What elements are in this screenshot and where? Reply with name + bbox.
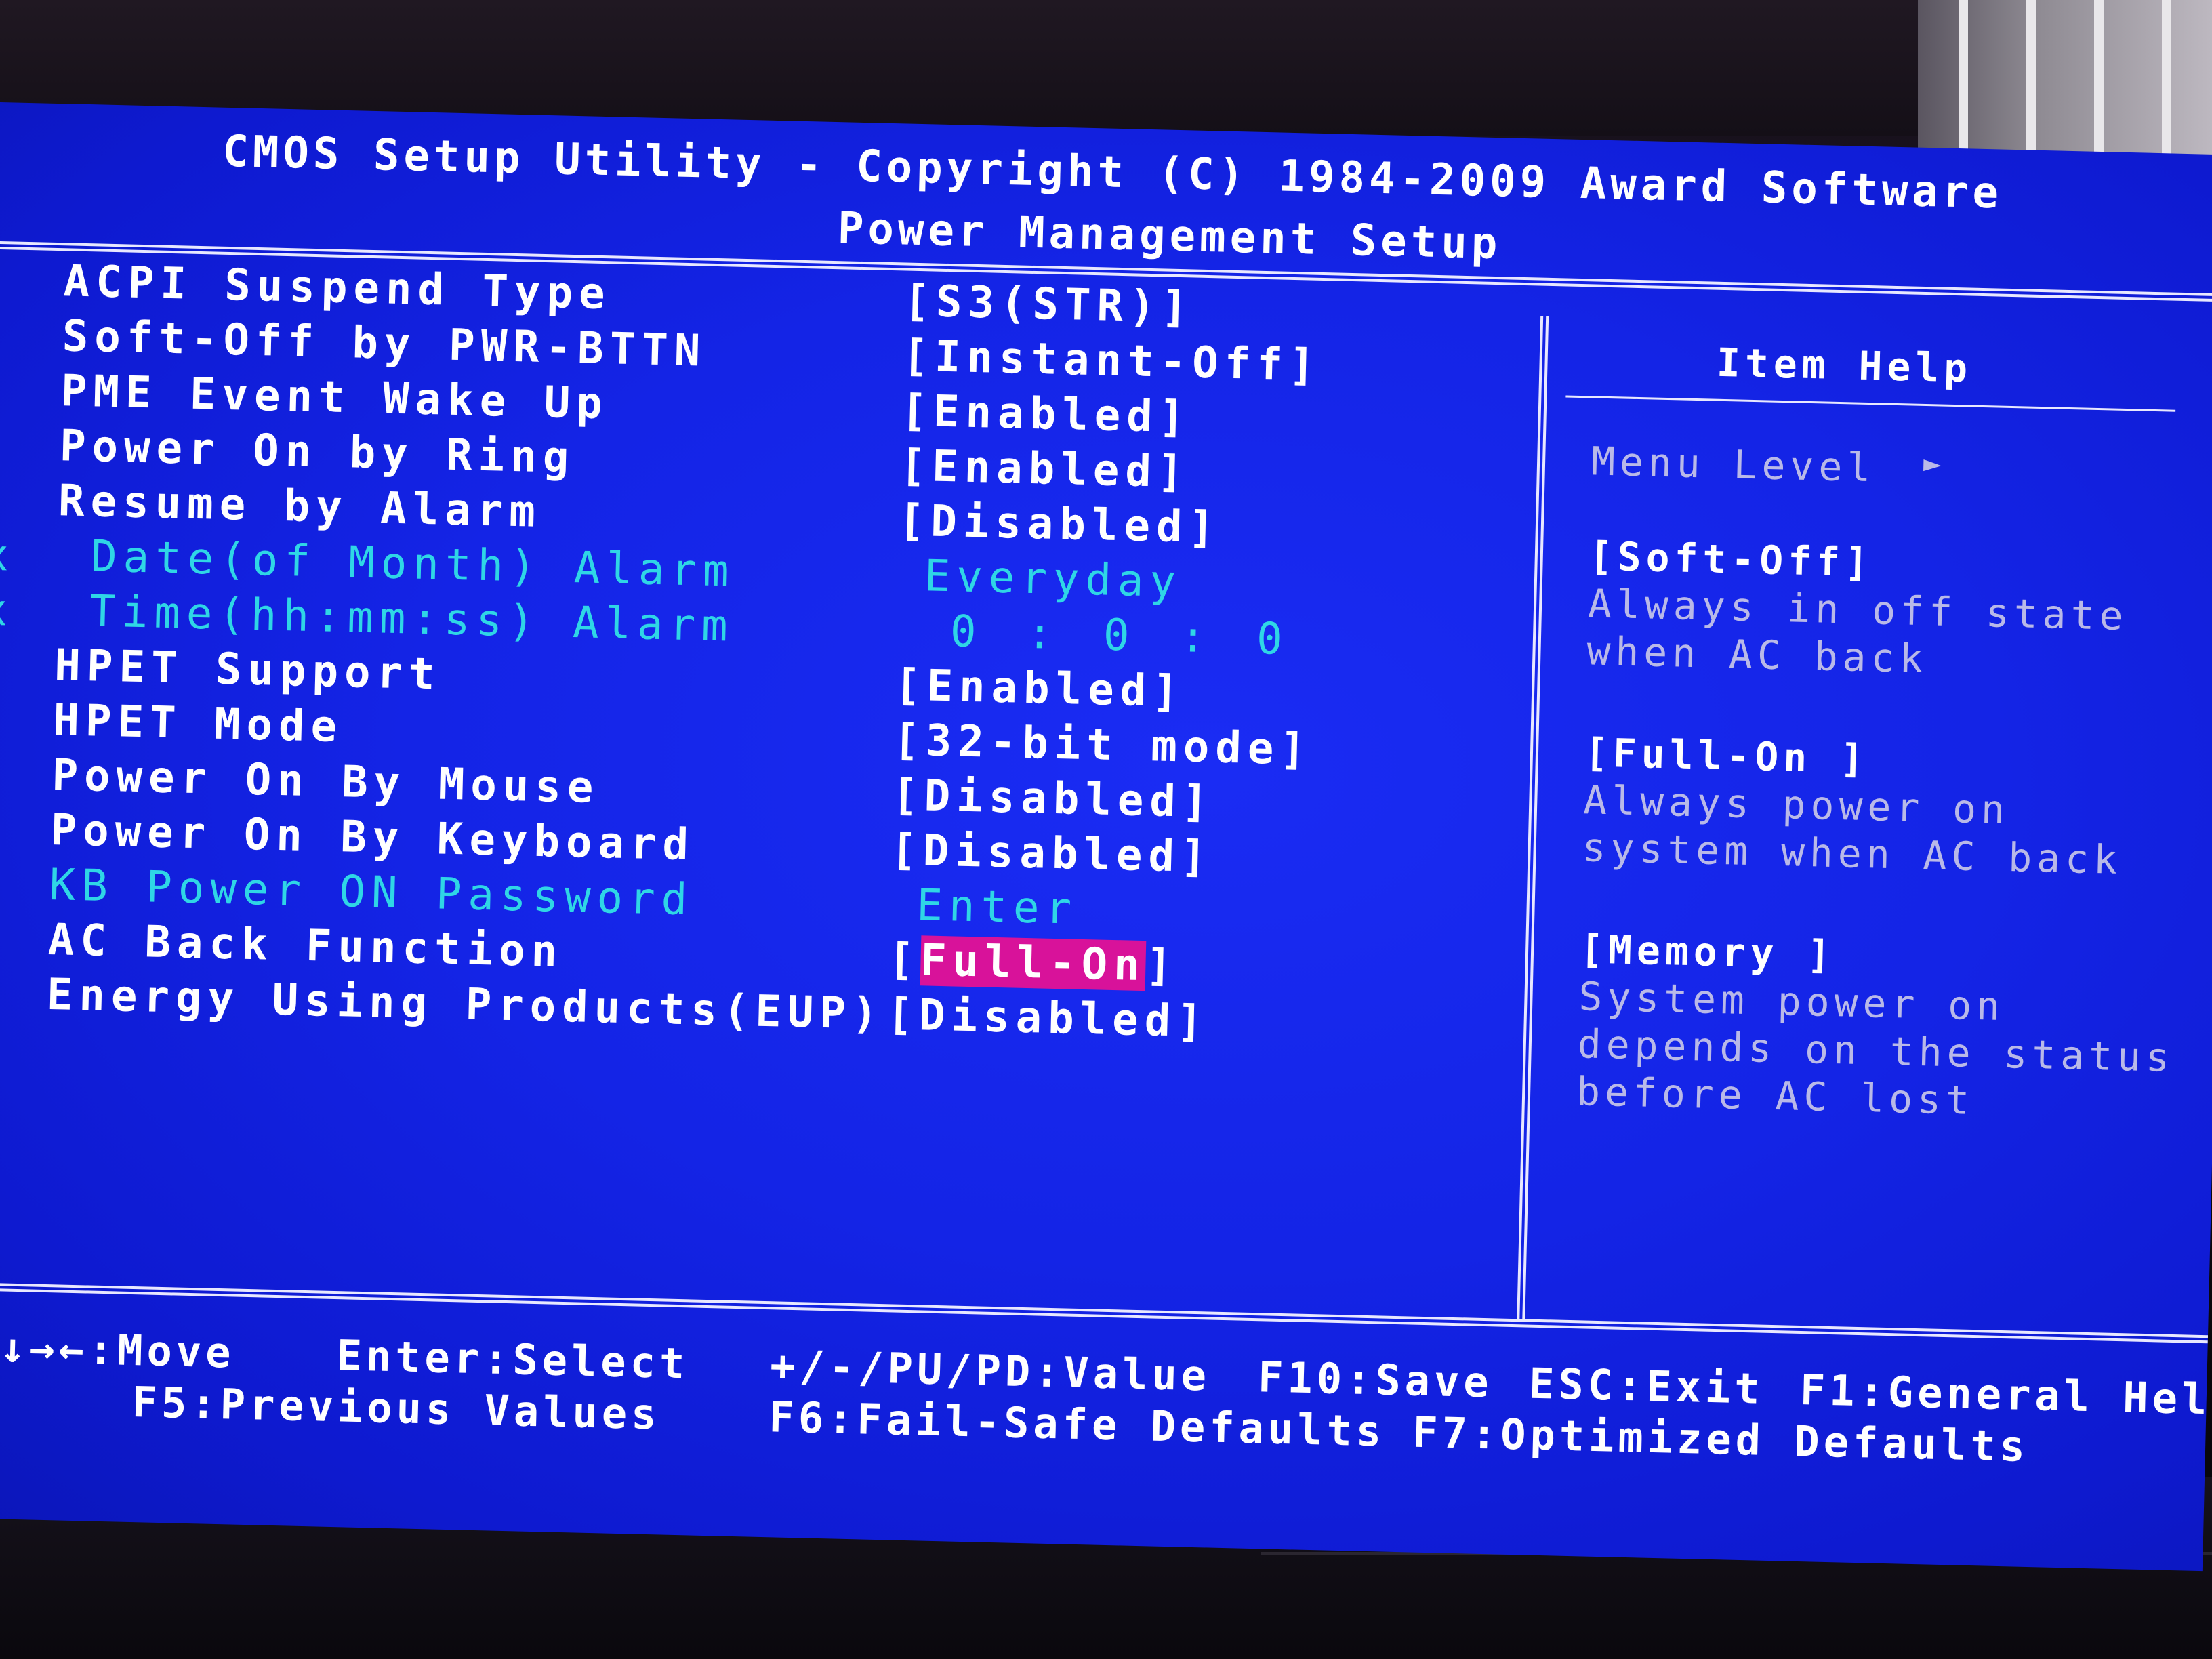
locked-icon: x xyxy=(0,530,16,581)
item-value[interactable]: [Enabled] xyxy=(894,660,1185,717)
bracket-close: ] xyxy=(1145,941,1179,992)
key-general-help: F1:General Help xyxy=(1799,1365,2212,1425)
help-option-desc: Always power on xyxy=(1582,777,2010,834)
key-value: +/-/PU/PD:Value xyxy=(769,1340,1211,1401)
item-value[interactable]: [Instant-Off] xyxy=(902,331,1322,391)
key-save: F10:Save xyxy=(1257,1352,1494,1408)
help-option-name: [Memory ] xyxy=(1579,926,1837,979)
bios-screen: CMOS Setup Utility - Copyright (C) 1984-… xyxy=(0,102,2212,1572)
item-mark xyxy=(0,366,28,367)
help-option-name: [Full-On ] xyxy=(1584,729,1869,783)
window-blind-slat xyxy=(1959,0,1968,156)
item-help-panel: Item Help Menu Level ► [Soft-Off] Always… xyxy=(1565,336,2176,1124)
photo-frame: CMOS Setup Utility - Copyright (C) 1984-… xyxy=(0,0,2212,1659)
menu-level-label: Menu Level xyxy=(1591,438,1877,491)
item-label: HPET Mode xyxy=(52,695,344,753)
settings-menu: ACPI Suspend Type [S3(STR)] Soft-Off by … xyxy=(0,256,1555,1060)
item-value[interactable]: [32-bit mode] xyxy=(893,715,1312,775)
item-label: ACPI Suspend Type xyxy=(62,256,612,320)
item-value[interactable]: [Disabled] xyxy=(898,495,1221,553)
item-mark xyxy=(0,421,26,422)
key-move: ↑↓→←:Move xyxy=(0,1322,236,1378)
item-value-selected[interactable]: [Full-On] xyxy=(888,935,1179,991)
selection-highlight[interactable]: Full-On xyxy=(920,935,1147,991)
help-option-desc: System power on xyxy=(1578,973,2005,1029)
bracket-open: [ xyxy=(887,935,921,986)
item-mark xyxy=(0,311,29,312)
key-select: Enter:Select xyxy=(335,1330,690,1389)
bottom-divider xyxy=(0,1282,2209,1344)
item-value[interactable]: [Disabled] xyxy=(886,989,1210,1047)
item-value: Everyday xyxy=(924,551,1183,608)
item-mark xyxy=(0,969,14,970)
window-blind-slat xyxy=(2026,0,2036,156)
page-title: Power Management Setup xyxy=(837,203,1502,270)
key-exit: ESC:Exit xyxy=(1528,1358,1765,1414)
arrow-right-icon: ► xyxy=(1923,445,1947,481)
locked-icon: x xyxy=(0,585,14,636)
help-heading: Item Help xyxy=(1716,339,1973,392)
item-mark xyxy=(0,914,15,915)
item-value[interactable]: [Disabled] xyxy=(891,770,1214,827)
help-divider xyxy=(1565,395,2176,412)
item-value[interactable]: [S3(STR)] xyxy=(903,276,1194,333)
item-value: Enter xyxy=(916,880,1078,935)
window-blind-slat xyxy=(2162,0,2171,156)
item-label: Resume by Alarm xyxy=(58,476,542,537)
item-label: HPET Support xyxy=(54,640,442,700)
utility-title: CMOS Setup Utility - Copyright (C) 1984-… xyxy=(222,126,2003,219)
item-value[interactable]: [Enabled] xyxy=(901,386,1191,443)
item-mark xyxy=(0,256,30,257)
help-option-desc: before AC lost xyxy=(1576,1068,1975,1124)
item-value[interactable]: [Enabled] xyxy=(899,441,1190,497)
help-option-desc: when AC back xyxy=(1586,628,1929,682)
locked-icon: x xyxy=(0,859,8,911)
item-value[interactable]: [Disabled] xyxy=(890,825,1213,882)
key-previous-values: F5:Previous Values xyxy=(131,1377,661,1439)
item-value: 0 : 0 : 0 xyxy=(949,607,1290,665)
background-window xyxy=(1918,0,2212,156)
item-mark xyxy=(0,804,18,805)
window-blind-slat xyxy=(2094,0,2104,156)
help-option-desc: system when AC back xyxy=(1581,824,2123,884)
help-option-name: [Soft-Off] xyxy=(1589,533,1874,586)
